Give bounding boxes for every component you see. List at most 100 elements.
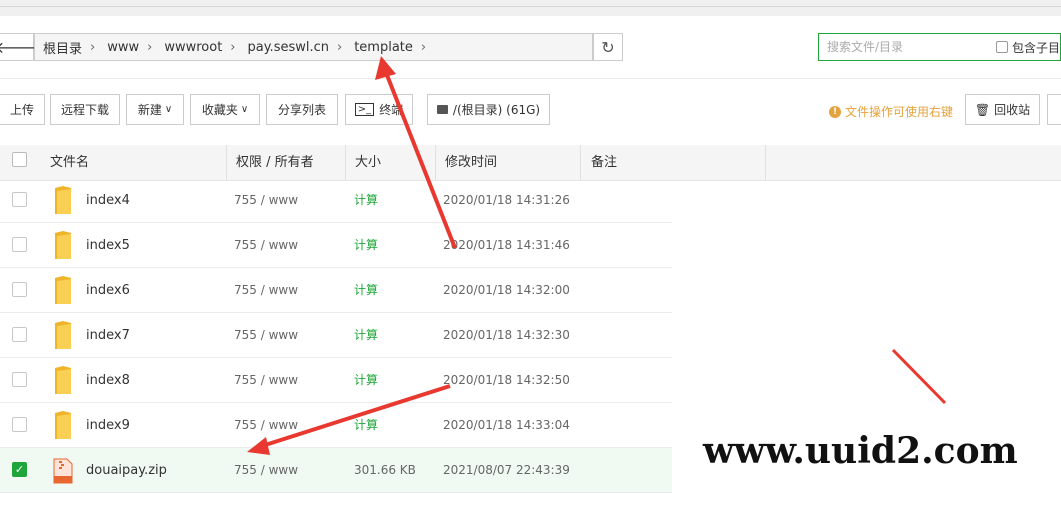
table-row[interactable]: index7 755 / www 计算 2020/01/18 14:32:30: [0, 313, 672, 358]
chevron-right-icon: ›: [90, 39, 96, 55]
favorites-button[interactable]: 收藏夹 ∨: [190, 94, 260, 125]
breadcrumb-item-site[interactable]: pay.seswl.cn: [248, 40, 330, 55]
calculate-size-link[interactable]: 计算: [354, 223, 378, 268]
breadcrumb-item-template[interactable]: template: [354, 40, 413, 55]
zip-file-icon: [53, 458, 73, 484]
search-box: 包含子目: [818, 33, 1061, 61]
column-divider: [345, 145, 346, 181]
file-permission[interactable]: 755 / www: [234, 268, 298, 313]
calculate-size-link[interactable]: 计算: [354, 403, 378, 448]
file-permission[interactable]: 755 / www: [234, 448, 298, 493]
file-name[interactable]: douaipay.zip: [86, 448, 167, 493]
table-row[interactable]: index4 755 / www 计算 2020/01/18 14:31:26: [0, 178, 672, 223]
remote-download-label: 远程下载: [60, 103, 109, 117]
calculate-size-link[interactable]: 计算: [354, 268, 378, 313]
file-name[interactable]: index9: [86, 403, 130, 448]
chevron-right-icon: ›: [337, 39, 343, 55]
file-permission[interactable]: 755 / www: [234, 223, 298, 268]
file-name[interactable]: index6: [86, 268, 130, 313]
calculate-size-link[interactable]: 计算: [354, 358, 378, 403]
disk-label: /(根目录) (61G): [452, 103, 541, 117]
file-mtime: 2021/08/07 22:43:39: [443, 463, 570, 477]
file-permission[interactable]: 755 / www: [234, 358, 298, 403]
breadcrumb-item-wwwroot[interactable]: wwwroot: [164, 40, 222, 55]
window-top-strip: [0, 0, 1061, 16]
share-list-label: 分享列表: [277, 103, 326, 117]
context-menu-tip: ! 文件操作可使用右键: [829, 103, 953, 120]
refresh-button[interactable]: ↻: [593, 33, 623, 61]
breadcrumb-item-www[interactable]: www: [107, 40, 139, 55]
remote-download-button[interactable]: 远程下载: [50, 94, 120, 125]
file-name[interactable]: index5: [86, 223, 130, 268]
row-checkbox[interactable]: [12, 282, 27, 297]
refresh-icon: ↻: [601, 37, 615, 57]
tip-text: 文件操作可使用右键: [845, 105, 954, 119]
file-permission[interactable]: 755 / www: [234, 178, 298, 223]
breadcrumb-item-root[interactable]: 根目录: [43, 38, 82, 57]
include-subdir-toggle[interactable]: 包含子目: [995, 39, 1060, 56]
column-mtime[interactable]: 修改时间: [445, 145, 497, 181]
include-subdir-label: 包含子目: [1011, 40, 1060, 55]
breadcrumb: 根目录 › www › wwwroot › pay.seswl.cn › tem…: [34, 33, 593, 61]
recycle-bin-button[interactable]: 🗑 回收站: [965, 94, 1040, 125]
file-name[interactable]: index4: [86, 178, 130, 223]
file-size: 301.66 KB: [354, 463, 416, 477]
arrow-left-icon: 🡐: [0, 38, 38, 57]
chevron-down-icon: ∨: [240, 104, 249, 115]
column-permission[interactable]: 权限 / 所有者: [236, 145, 314, 181]
table-row[interactable]: index5 755 / www 计算 2020/01/18 14:31:46: [0, 223, 672, 268]
upload-button[interactable]: 上传: [0, 94, 45, 125]
column-name[interactable]: 文件名: [50, 145, 89, 181]
calculate-size-link[interactable]: 计算: [354, 313, 378, 358]
file-name[interactable]: index8: [86, 358, 130, 403]
terminal-button[interactable]: >_ 终端: [345, 94, 413, 125]
upload-label: 上传: [9, 103, 34, 117]
file-permission[interactable]: 755 / www: [234, 313, 298, 358]
row-checkbox[interactable]: [12, 237, 27, 252]
row-checkbox-checked[interactable]: ✓: [12, 462, 27, 477]
file-mtime: 2020/01/18 14:33:04: [443, 418, 570, 432]
new-button[interactable]: 新建 ∨: [126, 94, 184, 125]
back-button[interactable]: 🡐: [0, 33, 38, 61]
chevron-down-icon: ∨: [164, 104, 173, 115]
file-name[interactable]: index7: [86, 313, 130, 358]
column-note: 备注: [591, 155, 618, 170]
divider: [0, 78, 1061, 79]
recycle-label: 回收站: [994, 103, 1031, 117]
disk-button[interactable]: /(根目录) (61G): [427, 94, 550, 125]
calculate-size-link[interactable]: 计算: [354, 178, 378, 223]
row-checkbox[interactable]: [12, 417, 27, 432]
folder-icon: [55, 276, 71, 304]
row-checkbox[interactable]: [12, 192, 27, 207]
table-header: 文件名 权限 / 所有者 大小 修改时间 备注: [0, 145, 1061, 181]
chevron-right-icon: ›: [420, 39, 427, 55]
top-divider: [0, 6, 1061, 7]
chevron-right-icon: ›: [147, 39, 153, 55]
terminal-label: 终端: [379, 103, 404, 117]
column-divider: [226, 145, 227, 181]
file-mtime: 2020/01/18 14:32:30: [443, 328, 570, 342]
table-row[interactable]: index9 755 / www 计算 2020/01/18 14:33:04: [0, 403, 672, 448]
column-divider: [765, 145, 766, 181]
file-permission[interactable]: 755 / www: [234, 403, 298, 448]
folder-icon: [55, 231, 71, 259]
include-subdir-checkbox[interactable]: [995, 41, 1008, 53]
column-divider: [580, 145, 581, 181]
folder-icon: [55, 186, 71, 214]
search-input[interactable]: [825, 39, 982, 55]
table-row[interactable]: index8 755 / www 计算 2020/01/18 14:32:50: [0, 358, 672, 403]
more-button[interactable]: [1047, 94, 1061, 125]
file-mtime: 2020/01/18 14:32:00: [443, 283, 570, 297]
folder-icon: [55, 366, 71, 394]
row-checkbox[interactable]: [12, 372, 27, 387]
row-checkbox[interactable]: [12, 327, 27, 342]
file-mtime: 2020/01/18 14:32:50: [443, 373, 570, 387]
chevron-right-icon: ›: [230, 39, 236, 55]
share-list-button[interactable]: 分享列表: [266, 94, 338, 125]
new-label: 新建: [137, 103, 162, 117]
table-row[interactable]: index6 755 / www 计算 2020/01/18 14:32:00: [0, 268, 672, 313]
column-divider: [435, 145, 436, 181]
select-all-checkbox[interactable]: [12, 152, 27, 167]
favorites-label: 收藏夹: [201, 103, 238, 117]
column-size[interactable]: 大小: [355, 145, 381, 181]
